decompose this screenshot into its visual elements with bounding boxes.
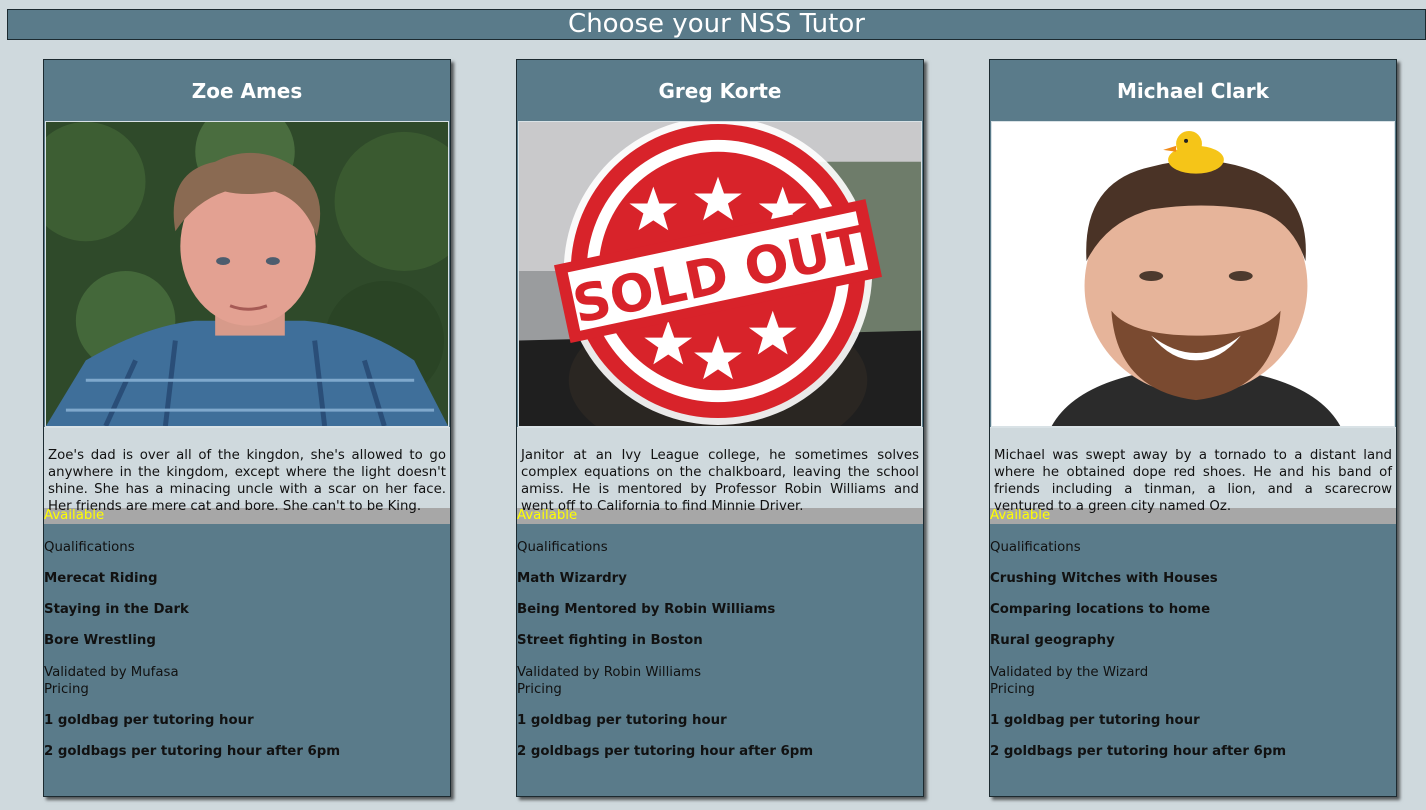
tutor-bio: Janitor at an Ivy League college, he som…: [517, 427, 923, 514]
price-item: 1 goldbag per tutoring hour: [990, 713, 1200, 728]
tutor-photo: [991, 121, 1395, 427]
qualification-item: Crushing Witches with Houses: [990, 571, 1218, 586]
price-item: 1 goldbag per tutoring hour: [44, 713, 254, 728]
pricing-label: Pricing: [44, 682, 89, 697]
tutor-name: Michael Clark: [1117, 79, 1269, 103]
qualifications-label: Qualifications: [517, 540, 608, 555]
qualification-item: Staying in the Dark: [44, 602, 189, 617]
qualification-item: Comparing locations to home: [990, 602, 1211, 617]
qualification-item: Merecat Riding: [44, 571, 158, 586]
validated-by: Validated by Mufasa: [44, 665, 179, 680]
tutor-card-zoe-ames[interactable]: Zoe Ames Zoe's dad is over all of the ki…: [43, 59, 451, 797]
validated-by: Validated by the Wizard: [990, 665, 1149, 680]
qualifications-label: Qualifications: [990, 540, 1081, 555]
tutor-name: Greg Korte: [658, 79, 782, 103]
price-item: 2 goldbags per tutoring hour after 6pm: [990, 744, 1287, 759]
validated-by: Validated by Robin Williams: [517, 665, 702, 680]
qualifications-label: Qualifications: [44, 540, 135, 555]
tutor-card-greg-korte[interactable]: Greg Korte SOLD OUT Janitor at an Ivy Le…: [516, 59, 924, 797]
tutor-bio: Zoe's dad is over all of the kingdon, sh…: [44, 427, 450, 514]
qualification-item: Rural geography: [990, 633, 1115, 648]
page-title: Choose your NSS Tutor: [7, 9, 1426, 40]
qualification-item: Street fighting in Boston: [517, 633, 703, 648]
qualification-item: Being Mentored by Robin Williams: [517, 602, 776, 617]
tutor-photo: SOLD OUT: [518, 121, 922, 427]
pricing-label: Pricing: [517, 682, 562, 697]
price-item: 2 goldbags per tutoring hour after 6pm: [44, 744, 341, 759]
qualification-item: Bore Wrestling: [44, 633, 156, 648]
price-item: 1 goldbag per tutoring hour: [517, 713, 727, 728]
pricing-label: Pricing: [990, 682, 1035, 697]
price-item: 2 goldbags per tutoring hour after 6pm: [517, 744, 814, 759]
tutor-card-michael-clark[interactable]: Michael Clark Michael was swept away by …: [989, 59, 1397, 797]
tutor-name: Zoe Ames: [191, 79, 303, 103]
qualification-item: Math Wizardry: [517, 571, 627, 586]
tutor-photo: [45, 121, 449, 427]
tutor-bio: Michael was swept away by a tornado to a…: [990, 427, 1396, 514]
